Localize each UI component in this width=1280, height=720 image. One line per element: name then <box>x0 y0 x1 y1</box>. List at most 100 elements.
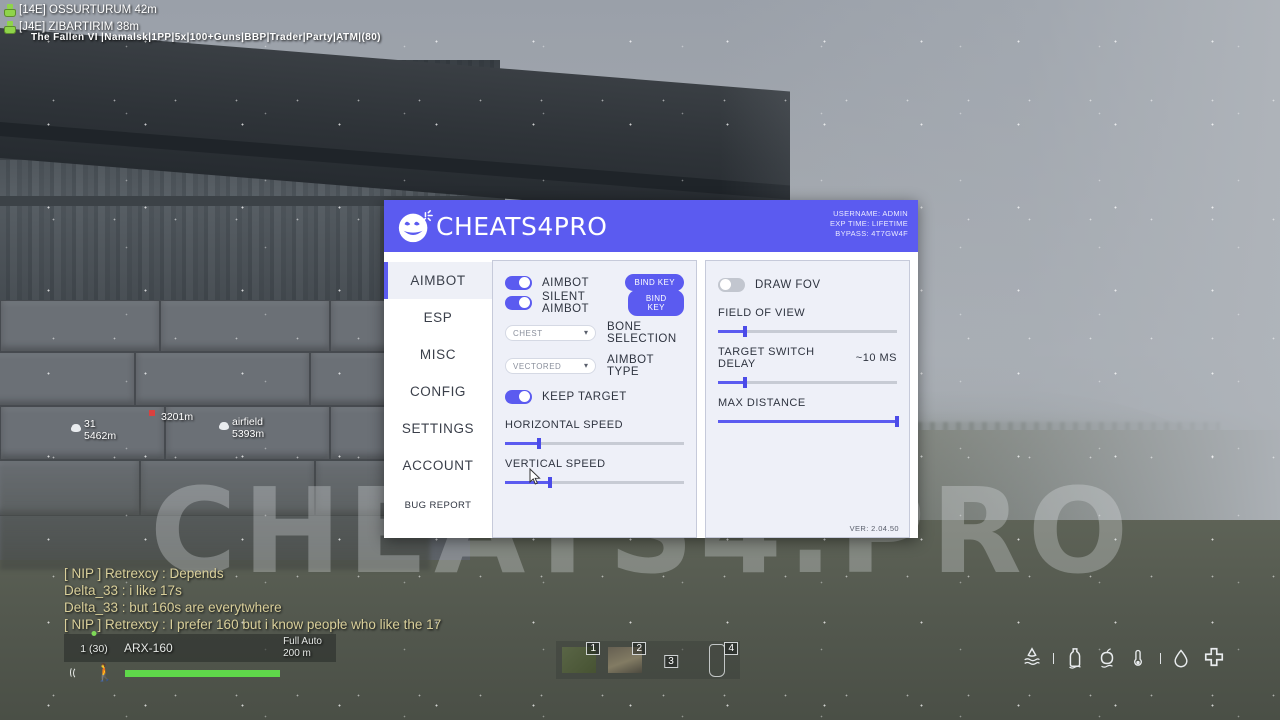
fire-mode-label: Full Auto <box>283 636 322 647</box>
silent-aimbot-bind-key-button[interactable]: BIND KEY <box>628 289 684 316</box>
thirst-bottle-icon <box>1064 646 1086 670</box>
marker-dot <box>149 410 155 416</box>
status-divider <box>1160 652 1161 664</box>
keep-target-label: KEEP TARGET <box>542 390 627 403</box>
marker-distance: 5393m <box>232 428 265 440</box>
hotbar-slot[interactable]: 2 <box>602 641 648 679</box>
status-divider <box>1053 652 1054 664</box>
chat-line: Delta_33 : i like 17s <box>64 583 182 598</box>
player-marker-icon <box>4 20 16 34</box>
aimbot-bind-key-button[interactable]: BIND KEY <box>625 274 684 291</box>
marker-icon <box>71 425 81 432</box>
hunger-apple-icon <box>1096 646 1118 670</box>
hotbar-slot[interactable]: 3 <box>648 641 694 679</box>
bone-selection-row: CHEST ▾ BONE SELECTION <box>505 321 684 345</box>
inventory-hotbar: 1 2 3 4 <box>556 641 740 679</box>
account-info: USERNAME: ADMIN EXP TIME: LIFETIME BYPAS… <box>830 209 908 239</box>
sidebar-item-aimbot[interactable]: AIMBOT <box>384 262 492 299</box>
sidebar-item-settings[interactable]: SETTINGS <box>384 410 492 447</box>
vertical-speed-label: VERTICAL SPEED <box>505 458 606 470</box>
horizontal-speed-label: HORIZONTAL SPEED <box>505 419 624 431</box>
brand-name: CHEATS4PRO <box>436 211 608 241</box>
brand-logo: CHEATS4PRO <box>396 207 607 245</box>
sidebar-item-esp[interactable]: ESP <box>384 299 492 336</box>
sidebar-item-label: MISC <box>419 347 457 362</box>
horizontal-speed-slider[interactable] <box>505 438 684 449</box>
stamina-bar <box>125 669 281 677</box>
world-marker: airfield 5393m <box>219 416 265 440</box>
aimbot-toggle[interactable] <box>505 275 532 290</box>
health-cross-icon <box>1203 646 1225 670</box>
sidebar-item-label: SETTINGS <box>401 421 475 436</box>
sound-level-icon <box>70 666 86 680</box>
slider-handle[interactable] <box>742 326 747 337</box>
blood-drop-icon <box>1171 646 1193 670</box>
sidebar-item-label: AIMBOT <box>410 273 466 288</box>
draw-fov-row: DRAW FOV <box>718 275 897 294</box>
bug-report-link[interactable]: BUG REPORT <box>384 500 492 511</box>
marker-distance: 5462m <box>84 430 117 442</box>
esp-player-list: [14E] OSSURTURUM 42m [J4E] ZIBARTIRIM 38… <box>4 2 157 36</box>
ammo-status-dot <box>91 631 97 636</box>
player-marker-icon <box>4 3 16 17</box>
hotbar-slot-number: 4 <box>724 642 738 655</box>
chevron-down-icon: ▾ <box>583 328 588 337</box>
world-marker: 3201m <box>161 411 193 423</box>
player-status-icons <box>1021 646 1225 670</box>
target-switch-delay-slider[interactable] <box>718 377 897 388</box>
sidebar-item-config[interactable]: CONFIG <box>384 373 492 410</box>
chat-line: [ NIP ] Retrexcy : Depends <box>64 566 224 581</box>
stamina-row: 🚶 <box>70 663 281 682</box>
chevron-down-icon: ▾ <box>583 361 588 370</box>
zero-range-label: 200 m <box>283 648 311 659</box>
target-switch-delay-value: ~10 MS <box>855 352 898 364</box>
bone-selection-dropdown[interactable]: CHEST ▾ <box>505 325 596 341</box>
stamina-fill <box>125 669 281 677</box>
bypass-label: BYPASS: 4T7GW4F <box>835 229 908 238</box>
hotbar-slot[interactable]: 1 <box>556 641 602 679</box>
sidebar-item-misc[interactable]: MISC <box>384 336 492 373</box>
field-of-view-label: FIELD OF VIEW <box>718 307 806 319</box>
version-label: VER: 2.04.50 <box>849 524 899 533</box>
bottle-item-icon <box>709 644 725 677</box>
marker-distance: 3201m <box>161 411 194 423</box>
username-label: USERNAME: ADMIN <box>833 209 908 218</box>
weapon-hud: 1 (30) ARX-160 Full Auto 200 m <box>64 631 336 662</box>
sidebar-item-account[interactable]: ACCOUNT <box>384 447 492 484</box>
silent-aimbot-row: SILENT AIMBOT BIND KEY <box>505 289 684 316</box>
weapon-name: ARX-160 <box>124 641 173 655</box>
aimbot-type-dropdown[interactable]: VECTORED ▾ <box>505 358 596 374</box>
field-of-view-slider[interactable] <box>718 326 897 337</box>
sidebar-item-label: ESP <box>423 310 453 325</box>
menu-sidebar: AIMBOT ESP MISC CONFIG SETTINGS ACCOUNT … <box>384 252 492 538</box>
silent-aimbot-toggle[interactable] <box>505 295 532 310</box>
slider-handle[interactable] <box>742 377 747 388</box>
silent-aimbot-label: SILENT AIMBOT <box>542 290 590 315</box>
sidebar-item-label: CONFIG <box>409 384 467 399</box>
sprint-icon: 🚶 <box>94 663 116 682</box>
world-marker: 31 5462m <box>71 418 117 442</box>
server-name-label: The Fallen VI |Namalsk|1PP|5x|100+Guns|B… <box>31 32 381 43</box>
aimbot-panel-right: DRAW FOV FIELD OF VIEW TARGET SWITCH DEL… <box>705 260 910 538</box>
chat-line: [ NIP ] Retrexcy : I prefer 160 but i kn… <box>64 617 442 632</box>
hotbar-slot-number: 3 <box>664 655 678 668</box>
aimbot-panel-left: AIMBOT BIND KEY SILENT AIMBOT BIND KEY C… <box>492 260 697 538</box>
hotbar-slot-number: 2 <box>632 642 646 655</box>
cheat-menu-window[interactable]: CHEATS4PRO USERNAME: ADMIN EXP TIME: LIF… <box>384 200 918 538</box>
vertical-speed-slider[interactable] <box>505 477 684 488</box>
chat-line: Delta_33 : but 160s are everytwhere <box>64 600 282 615</box>
max-distance-slider[interactable] <box>718 416 899 427</box>
marker-icon <box>219 423 229 430</box>
hotbar-slot[interactable]: 4 <box>694 641 740 679</box>
keep-target-toggle[interactable] <box>505 389 532 404</box>
aimbot-type-value: VECTORED <box>513 361 562 371</box>
slider-handle[interactable] <box>537 438 541 449</box>
ammo-indicator: 1 (30) <box>64 631 124 657</box>
aimbot-type-label: AIMBOT TYPE <box>607 354 654 378</box>
slider-handle[interactable] <box>547 477 552 488</box>
target-switch-delay-label: TARGET SWITCH DELAY ~10 MS <box>718 346 898 370</box>
wetness-icon <box>1021 646 1043 670</box>
slider-handle[interactable] <box>895 416 899 427</box>
draw-fov-toggle[interactable] <box>718 277 745 292</box>
temperature-icon <box>1128 646 1150 670</box>
